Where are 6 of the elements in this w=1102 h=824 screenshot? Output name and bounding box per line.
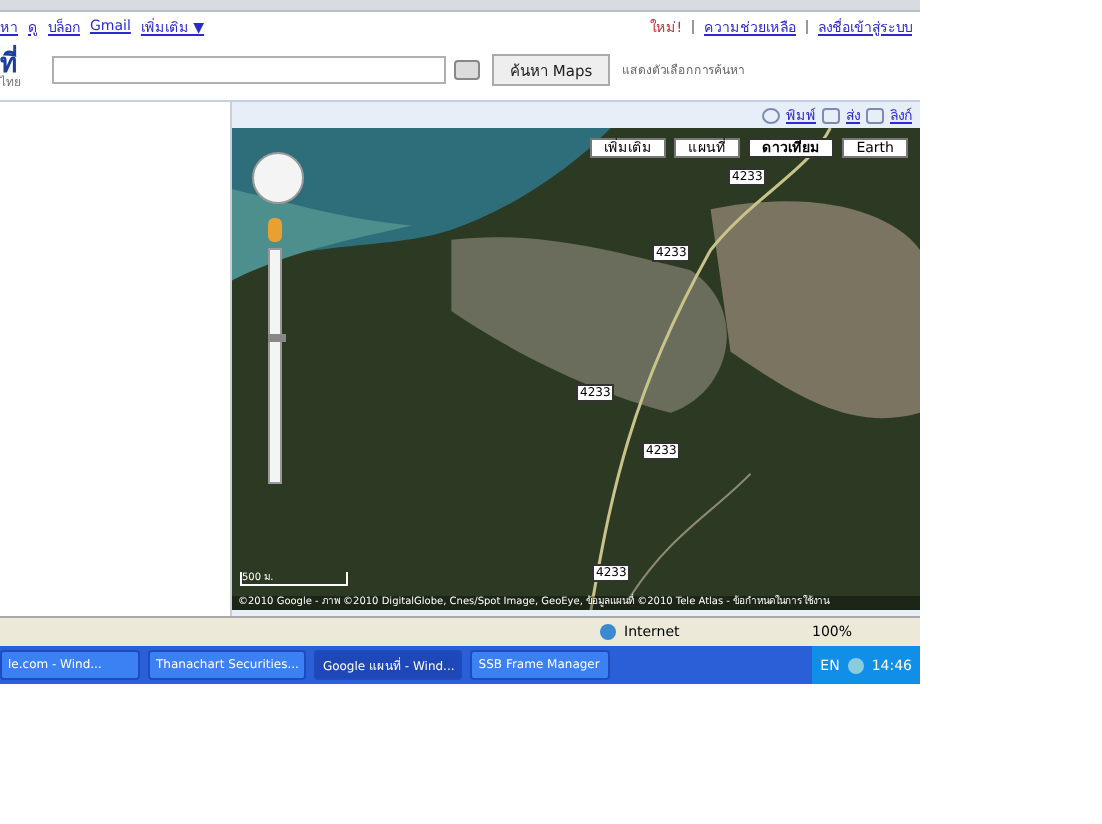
zoom-slider-thumb[interactable] <box>268 334 286 343</box>
search-field[interactable] <box>52 56 446 84</box>
pegman-icon[interactable] <box>268 218 282 242</box>
satellite-imagery-drawing[interactable] <box>232 128 920 610</box>
globe-icon <box>600 624 616 640</box>
keyboard-icon[interactable] <box>454 60 480 80</box>
